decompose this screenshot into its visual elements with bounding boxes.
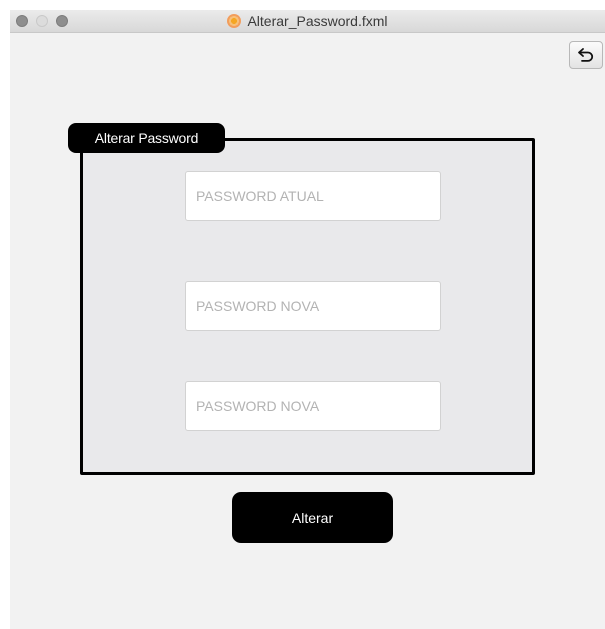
alterar-button[interactable]: Alterar (232, 492, 393, 543)
undo-arrow-icon (578, 48, 594, 62)
app-window: Alterar_Password.fxml Alterar Password A… (10, 10, 605, 629)
current-password-input[interactable] (185, 171, 441, 221)
form-section-label: Alterar Password (68, 123, 225, 153)
window-title-group: Alterar_Password.fxml (10, 10, 605, 32)
window-title: Alterar_Password.fxml (247, 13, 388, 29)
confirm-password-input[interactable] (185, 381, 441, 431)
app-icon (227, 14, 242, 28)
title-bar[interactable]: Alterar_Password.fxml (10, 10, 605, 33)
new-password-input[interactable] (185, 281, 441, 331)
undo-button[interactable] (569, 41, 603, 69)
